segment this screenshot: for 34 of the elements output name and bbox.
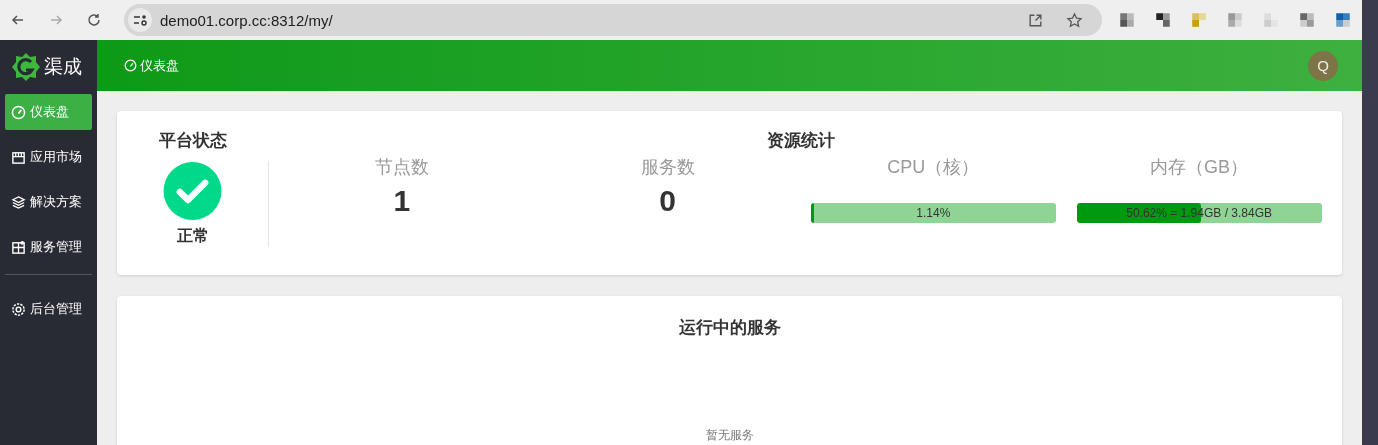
stat-label: 节点数 [374, 156, 429, 179]
share-icon[interactable] [1027, 11, 1044, 29]
empty-message: 暂无服务 [705, 427, 754, 444]
stat-value: 0 [659, 184, 676, 218]
logo-icon [10, 51, 42, 83]
sidebar-item[interactable]: 解决方案 [5, 184, 92, 220]
extension-icon[interactable] [1154, 11, 1172, 29]
layers-icon [11, 194, 26, 210]
sidebar-item[interactable]: 应用市场 [5, 139, 92, 175]
breadcrumb-link[interactable]: 仪表盘 [124, 56, 179, 75]
gauge-icon [124, 59, 137, 72]
user-avatar[interactable]: Q [1308, 50, 1338, 81]
section-title: 资源统计 [766, 130, 835, 152]
address-bar[interactable]: demo01.corp.cc:8312/my/ [124, 4, 1102, 36]
star-icon[interactable] [1066, 11, 1083, 29]
logo-text: 渠成 [44, 55, 82, 79]
url-text: demo01.corp.cc:8312/my/ [160, 11, 333, 29]
meter-label: CPU（核） [887, 156, 980, 179]
progress-reading: 1.14% [916, 206, 951, 220]
section-title: 运行中的服务 [678, 317, 781, 339]
section-title: 平台状态 [158, 130, 227, 152]
stat-label: 服务数 [640, 156, 695, 179]
sidebar-item[interactable]: 服务管理 [5, 229, 92, 265]
grid-icon [11, 239, 26, 255]
progress-reading: 50.62% = 1.94GB / 3.84GB [1126, 206, 1272, 220]
store-icon [11, 149, 26, 165]
sidebar-item[interactable]: 后台管理 [5, 291, 92, 327]
status-text: 正常 [176, 226, 209, 246]
gauge-icon [11, 104, 26, 120]
stat-value: 1 [393, 184, 411, 218]
extension-icon[interactable] [1118, 11, 1136, 29]
site-settings-icon[interactable] [128, 8, 152, 32]
settings-icon [11, 301, 26, 317]
meter-label: 内存（GB） [1150, 156, 1249, 179]
